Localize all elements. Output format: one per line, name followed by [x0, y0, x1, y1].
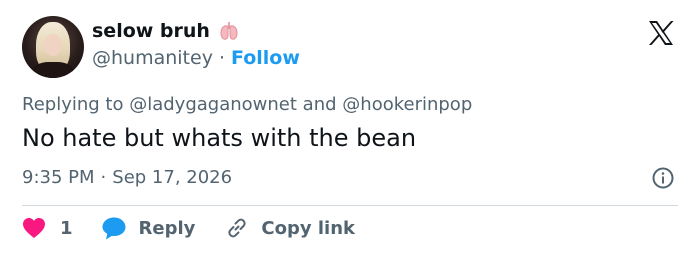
display-name[interactable]: selow bruh: [92, 20, 210, 42]
divider: [22, 205, 678, 206]
mention-link-1[interactable]: @ladygaganownet: [129, 94, 297, 115]
copy-link-label: Copy link: [261, 217, 355, 239]
replying-to-conjunction: and: [302, 94, 337, 115]
mention-link-2[interactable]: @hookerinpop: [342, 94, 472, 115]
timestamp-separator: ·: [100, 167, 107, 188]
action-bar: 1 Reply Copy link: [22, 216, 355, 240]
handle-separator: ·: [218, 47, 225, 69]
avatar-body: [32, 62, 74, 78]
like-count: 1: [60, 217, 73, 239]
reply-button[interactable]: Reply: [101, 216, 196, 240]
author-name-row: selow bruh: [92, 20, 240, 42]
handle-row: @humanitey · Follow: [92, 47, 300, 69]
replying-to-prefix: Replying to: [22, 94, 124, 115]
tweet-date[interactable]: Sep 17, 2026: [112, 167, 232, 188]
reply-bubble-icon: [102, 217, 126, 240]
tweet-text: No hate but whats with the bean: [22, 124, 417, 152]
reply-label: Reply: [138, 217, 196, 239]
x-logo-icon[interactable]: [646, 18, 676, 48]
tweet-time[interactable]: 9:35 PM: [22, 167, 95, 188]
link-icon: [228, 218, 247, 238]
copy-link-button[interactable]: Copy link: [225, 216, 355, 240]
replying-to-line: Replying to @ladygaganownet and @hookeri…: [22, 94, 472, 115]
follow-button[interactable]: Follow: [231, 47, 300, 69]
tweet-timestamp[interactable]: 9:35 PM · Sep 17, 2026: [22, 167, 232, 188]
lungs-icon: [218, 20, 240, 42]
author-handle[interactable]: @humanitey: [92, 47, 213, 69]
avatar-face: [44, 34, 62, 56]
info-icon[interactable]: [651, 166, 675, 190]
like-button[interactable]: 1: [22, 217, 73, 239]
avatar[interactable]: [22, 16, 84, 78]
heart-icon: [23, 218, 45, 238]
